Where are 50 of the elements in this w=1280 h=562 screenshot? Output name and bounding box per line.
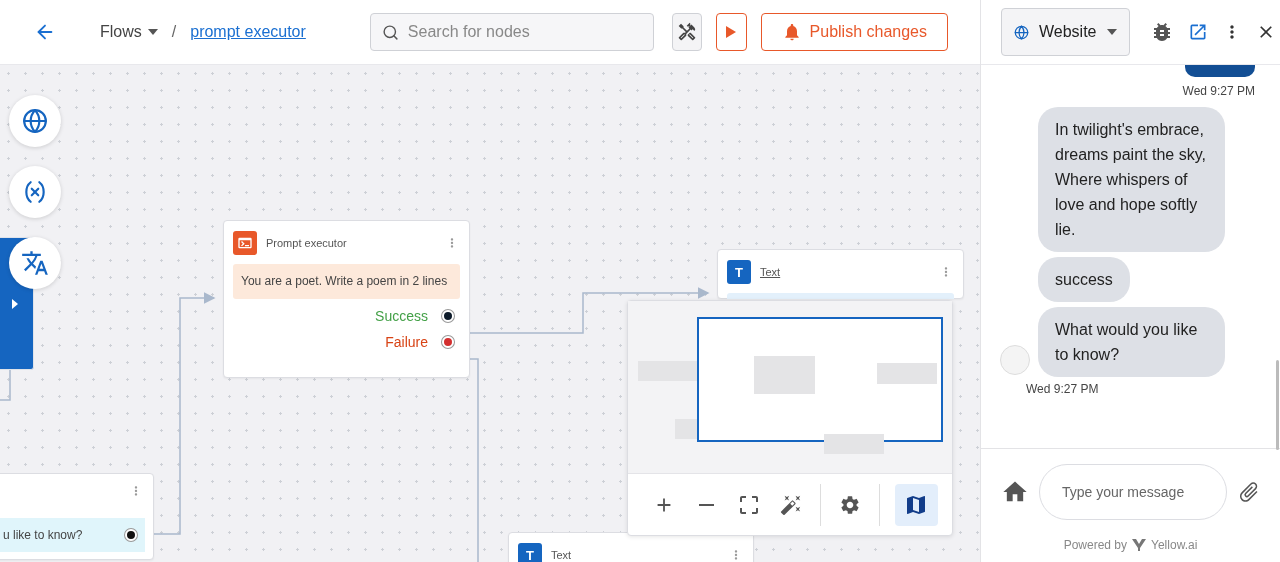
gear-icon [838, 493, 861, 516]
minimap-drawing[interactable] [628, 301, 952, 473]
variable-icon[interactable] [9, 166, 61, 218]
prompt-text: You are a poet. Write a poem in 2 lines [233, 264, 460, 299]
bot-message-bubble: In twilight's embrace, dreams paint the sky, Where whispers of love and hope softly lie. [1038, 107, 1225, 252]
text-node[interactable]: T Text [717, 249, 964, 299]
minus-icon [698, 503, 714, 506]
play-button[interactable] [716, 13, 747, 51]
user-message-bubble [1185, 65, 1255, 77]
logo-icon [1132, 539, 1147, 551]
globe-icon[interactable] [9, 95, 61, 147]
tools-icon [677, 22, 697, 42]
map-button[interactable] [894, 483, 938, 526]
powered-by-text: Powered by [1063, 538, 1128, 552]
caret-icon [147, 29, 158, 35]
message-input[interactable]: Type your message [1039, 463, 1227, 520]
flows-dropdown[interactable]: Flows [100, 23, 158, 41]
magic-wand-icon [780, 493, 803, 516]
connector-line [0, 369, 11, 401]
bot-avatar [1000, 345, 1030, 375]
node-icon: T [727, 260, 751, 284]
bot-message-bubble: success [1038, 257, 1130, 302]
breadcrumb-separator: / [171, 23, 177, 41]
output-label: Success [375, 308, 428, 324]
output-port[interactable] [442, 310, 454, 322]
question-node[interactable]: u like to know? [0, 473, 154, 560]
tools-button[interactable] [671, 13, 703, 51]
search-field[interactable]: Search for nodes [369, 13, 654, 51]
bot-message-bubble: What would you like to know? [1038, 307, 1225, 377]
brand-text: Yellow.ai [1151, 538, 1198, 552]
caret-icon [1106, 29, 1117, 35]
question-text: u like to know? [3, 528, 83, 542]
node-title: Text [551, 549, 573, 561]
output-label: Failure [385, 334, 428, 350]
message-time: Wed 9:27 PM [1026, 382, 1100, 396]
channel-dropdown[interactable]: Website [1001, 8, 1130, 56]
expand-arrow-icon [12, 298, 18, 309]
translate-icon[interactable] [9, 237, 61, 289]
message-time: Wed 9:27 PM [1182, 84, 1255, 98]
prompt-node[interactable]: Prompt executor You are a poet. Write a poem in 2 lines Success Failure [223, 220, 470, 378]
output-port[interactable] [125, 529, 137, 541]
flow-name-link[interactable]: prompt executor [190, 23, 306, 41]
terminal-icon [233, 231, 257, 255]
node-icon: T [518, 543, 542, 562]
node-title: Prompt executor [266, 237, 348, 249]
node-title: Text [760, 266, 782, 278]
globe-icon [1014, 24, 1029, 40]
publish-button[interactable]: Publish changes [760, 13, 948, 51]
play-icon [726, 26, 737, 38]
text-node[interactable]: T Text [508, 532, 754, 562]
